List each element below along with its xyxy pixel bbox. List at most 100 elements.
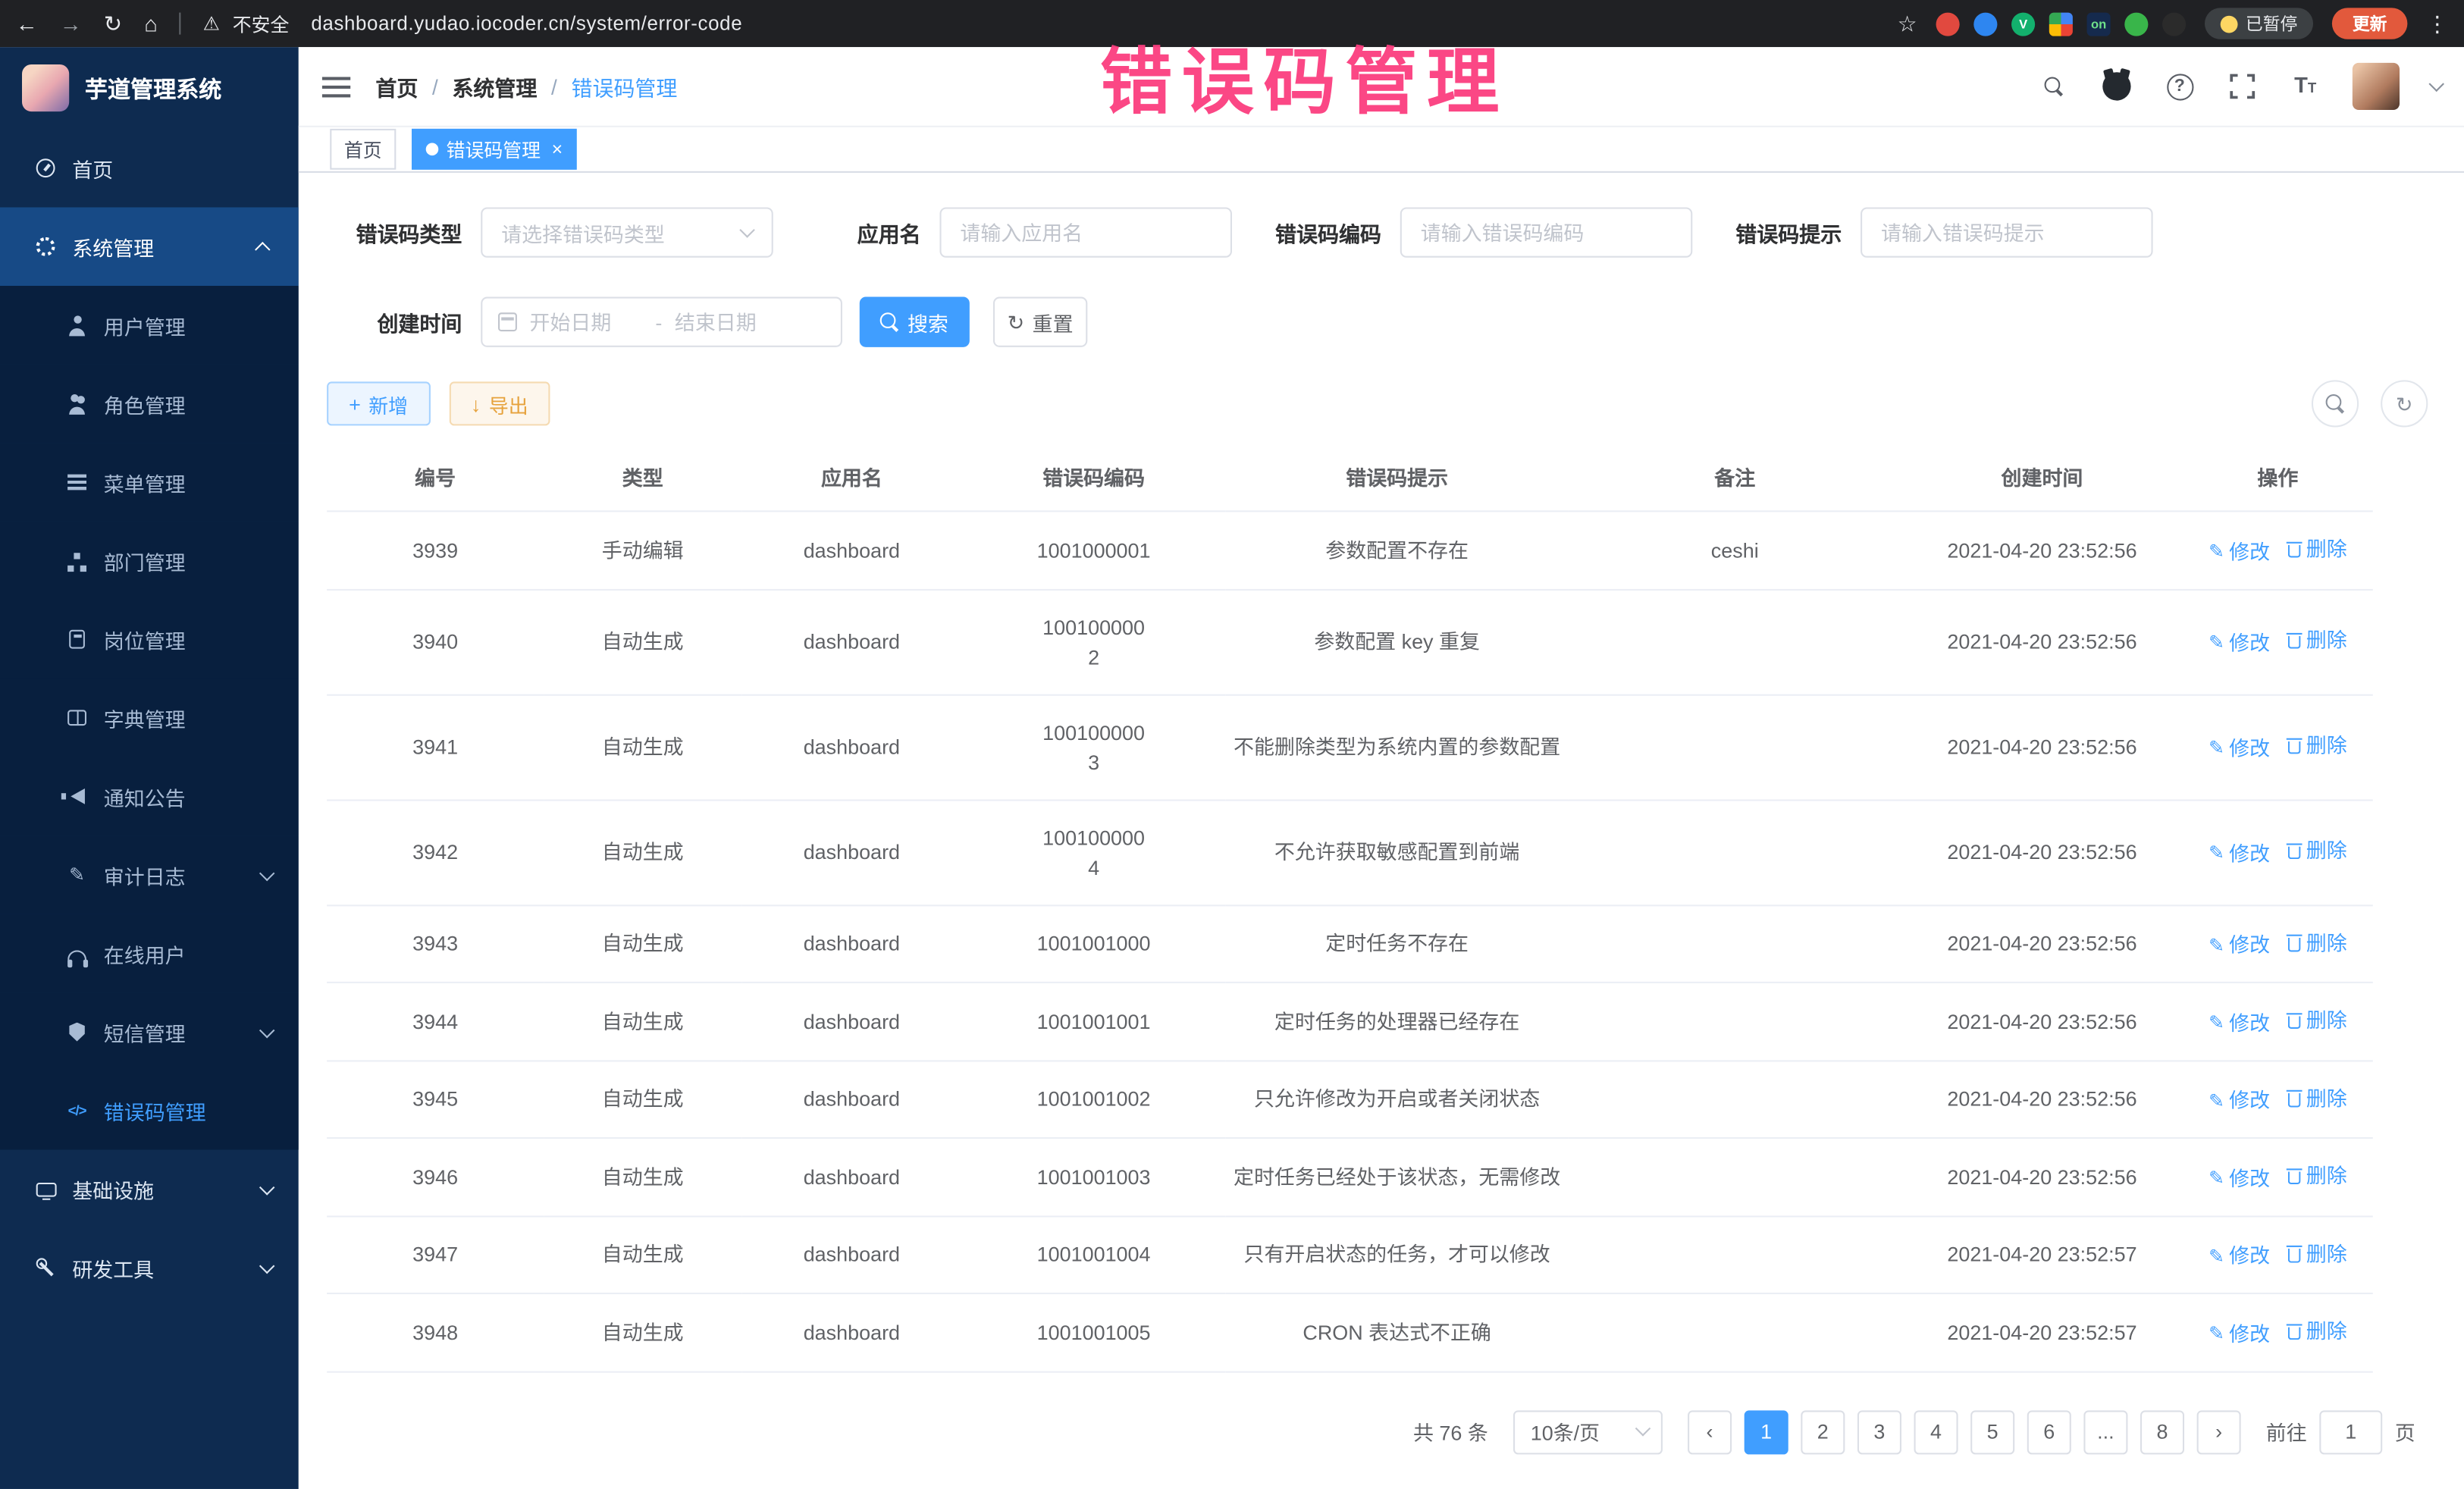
- delete-link[interactable]: 删除: [2286, 1161, 2347, 1190]
- column-header: 错误码编码: [961, 443, 1225, 511]
- back-icon[interactable]: ←: [16, 13, 38, 35]
- cell-type: 自动生成: [544, 589, 741, 694]
- paused-badge[interactable]: 已暂停: [2205, 8, 2313, 39]
- page-button-4[interactable]: 4: [1914, 1409, 1958, 1453]
- add-button[interactable]: + 新增: [327, 381, 430, 425]
- cell-actions: ✎修改删除: [2183, 904, 2373, 983]
- edit-link[interactable]: ✎修改: [2209, 1163, 2270, 1193]
- error-code-input[interactable]: [1400, 207, 1693, 257]
- toggle-search-button[interactable]: [2312, 380, 2359, 427]
- page-size-select[interactable]: 10条/页: [1513, 1409, 1663, 1453]
- sidebar-item-dashboard[interactable]: 首页: [0, 129, 299, 208]
- sidebar-item-badge[interactable]: 岗位管理: [0, 600, 299, 679]
- breadcrumb-item[interactable]: 首页: [375, 71, 418, 102]
- search-button[interactable]: 搜索: [860, 297, 970, 347]
- app-name-input[interactable]: [939, 207, 1232, 257]
- sidebar-item-book[interactable]: 字典管理: [0, 679, 299, 757]
- edit-link[interactable]: ✎修改: [2209, 628, 2270, 657]
- delete-link[interactable]: 删除: [2286, 534, 2347, 563]
- error-type-select[interactable]: 请选择错误码类型: [481, 207, 773, 257]
- delete-link[interactable]: 删除: [2286, 731, 2347, 760]
- address-bar[interactable]: dashboard.yudao.iocoder.cn/system/error-…: [311, 13, 742, 35]
- reload-icon[interactable]: ↻: [104, 13, 122, 35]
- sidebar-item-headset[interactable]: 在线用户: [0, 914, 299, 993]
- edit-link[interactable]: ✎修改: [2209, 929, 2270, 959]
- sidebar-item-code[interactable]: </>错误码管理: [0, 1071, 299, 1150]
- delete-link[interactable]: 删除: [2286, 1239, 2347, 1268]
- start-date-input[interactable]: [529, 310, 642, 334]
- hamburger-icon[interactable]: [322, 76, 350, 96]
- close-icon[interactable]: ×: [552, 139, 563, 158]
- fontsize-icon[interactable]: TT: [2290, 71, 2321, 102]
- sidebar-item-megaphone[interactable]: 通知公告: [0, 757, 299, 836]
- tree-icon: [66, 550, 88, 572]
- more-pages-button[interactable]: ...: [2083, 1409, 2127, 1453]
- breadcrumb-item[interactable]: 系统管理: [452, 71, 537, 102]
- fullscreen-icon[interactable]: [2227, 71, 2258, 102]
- extension-on-badge-icon[interactable]: on: [2087, 12, 2111, 36]
- cell-type: 手动编辑: [544, 511, 741, 589]
- delete-link[interactable]: 删除: [2286, 1316, 2347, 1346]
- extension-grid-icon[interactable]: [2049, 12, 2073, 36]
- cell-remark: [1569, 1293, 1901, 1371]
- extension-green-check-icon[interactable]: V: [2011, 12, 2035, 36]
- edit-link[interactable]: ✎修改: [2209, 1008, 2270, 1037]
- sidebar-item-gear[interactable]: 系统管理: [0, 207, 299, 286]
- delete-link[interactable]: 删除: [2286, 836, 2347, 866]
- end-date-input[interactable]: [675, 310, 788, 334]
- reset-button[interactable]: 重置: [993, 297, 1087, 347]
- page-button-5[interactable]: 5: [1970, 1409, 2014, 1453]
- page-button-8[interactable]: 8: [2140, 1409, 2184, 1453]
- edit-link[interactable]: ✎修改: [2209, 839, 2270, 868]
- edit-link[interactable]: ✎修改: [2209, 1086, 2270, 1115]
- user-menu-caret-icon[interactable]: [2428, 76, 2444, 92]
- update-button[interactable]: 更新: [2332, 8, 2407, 39]
- sidebar-item-list[interactable]: 菜单管理: [0, 443, 299, 522]
- edit-link[interactable]: ✎修改: [2209, 536, 2270, 566]
- sidebar-item-tool[interactable]: 研发工具: [0, 1228, 299, 1307]
- delete-link[interactable]: 删除: [2286, 1083, 2347, 1112]
- help-icon[interactable]: ?: [2164, 71, 2195, 102]
- goto-page-input[interactable]: [2319, 1409, 2382, 1453]
- home-icon[interactable]: ⌂: [144, 13, 158, 35]
- extension-leaf-icon[interactable]: [2124, 12, 2148, 36]
- page-button-3[interactable]: 3: [1857, 1409, 1901, 1453]
- forward-icon[interactable]: →: [60, 13, 82, 35]
- page-button-6[interactable]: 6: [2027, 1409, 2071, 1453]
- table-row: 3946自动生成dashboard1001001003定时任务已经处于该状态，无…: [327, 1138, 2373, 1216]
- tab-active[interactable]: 错误码管理×: [412, 129, 577, 170]
- next-page-button[interactable]: ›: [2197, 1409, 2241, 1453]
- prev-page-button[interactable]: ‹: [1688, 1409, 1732, 1453]
- delete-link[interactable]: 删除: [2286, 927, 2347, 957]
- edit-link[interactable]: ✎修改: [2209, 1318, 2270, 1348]
- sidebar-item-shield[interactable]: 短信管理: [0, 992, 299, 1071]
- extension-dark-icon[interactable]: [2162, 12, 2186, 36]
- edit-link[interactable]: ✎修改: [2209, 1241, 2270, 1271]
- delete-link[interactable]: 删除: [2286, 1005, 2347, 1035]
- sidebar-item-monitor[interactable]: 基础设施: [0, 1149, 299, 1228]
- extension-red-icon[interactable]: [1936, 12, 1960, 36]
- pagination: 共 76 条 10条/页 ‹ 123456...8 › 前往 页: [327, 1409, 2428, 1484]
- kebab-menu-icon[interactable]: ⋮: [2426, 13, 2448, 35]
- app-logo[interactable]: 芋道管理系统: [0, 47, 299, 129]
- user-avatar[interactable]: [2353, 63, 2400, 110]
- cell-remark: ceshi: [1569, 511, 1901, 589]
- sidebar-item-user[interactable]: 用户管理: [0, 286, 299, 365]
- search-icon[interactable]: [2038, 71, 2069, 102]
- export-button[interactable]: ↓ 导出: [449, 381, 550, 425]
- cell-time: 2021-04-20 23:52:56: [1901, 904, 2183, 983]
- bookmark-star-icon[interactable]: ☆: [1898, 13, 1917, 35]
- extension-blue-icon[interactable]: [1973, 12, 1997, 36]
- github-icon[interactable]: [2101, 71, 2132, 102]
- edit-link[interactable]: ✎修改: [2209, 733, 2270, 763]
- create-time-range-picker[interactable]: -: [481, 297, 842, 347]
- page-button-1[interactable]: 1: [1745, 1409, 1788, 1453]
- refresh-table-button[interactable]: [2381, 380, 2428, 427]
- sidebar-item-tree[interactable]: 部门管理: [0, 522, 299, 600]
- page-button-2[interactable]: 2: [1801, 1409, 1845, 1453]
- error-hint-input[interactable]: [1861, 207, 2153, 257]
- sidebar-item-edit[interactable]: ✎审计日志: [0, 835, 299, 914]
- tab-item[interactable]: 首页: [330, 129, 396, 170]
- delete-link[interactable]: 删除: [2286, 625, 2347, 655]
- sidebar-item-users[interactable]: 角色管理: [0, 365, 299, 444]
